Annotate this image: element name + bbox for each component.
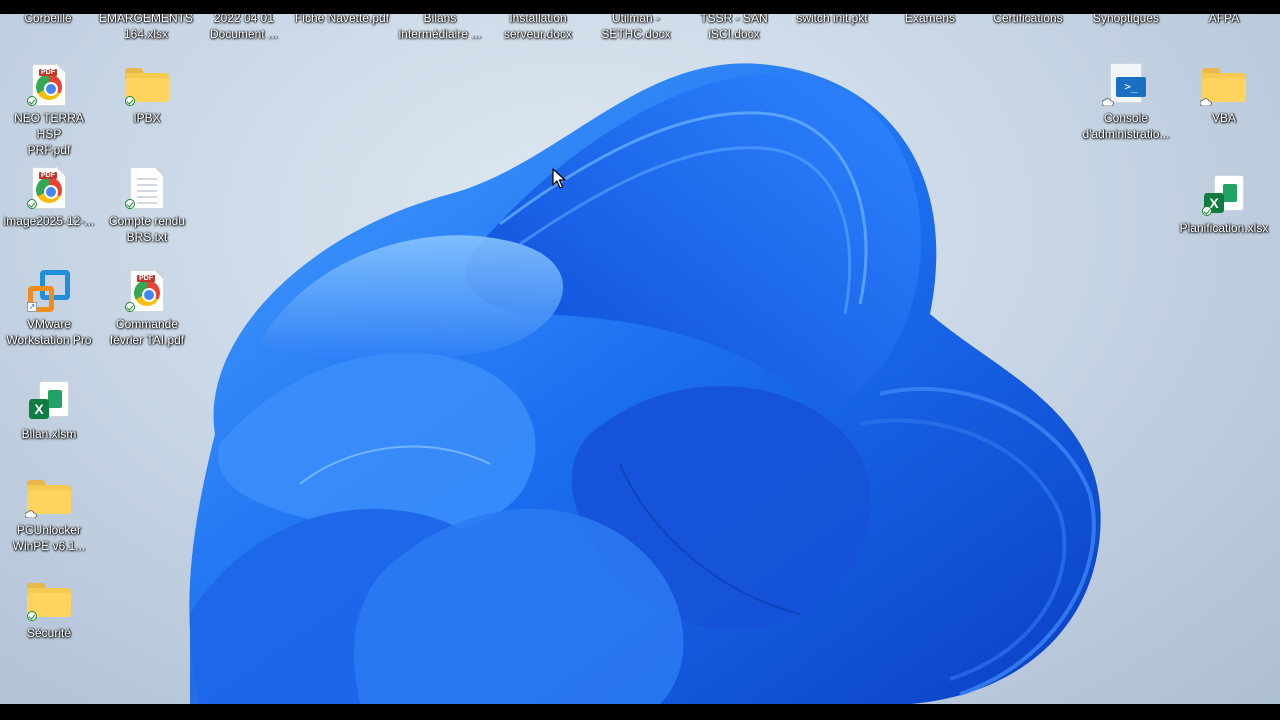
desktop-icon-image2025[interactable]: PDF image2025-12-... [1, 165, 97, 229]
pdf-icon: PDF [25, 62, 73, 108]
shortcut-arrow-icon: ↗ [27, 302, 37, 312]
desktop-icon-planification[interactable]: X Planification.xlsx [1176, 172, 1272, 236]
desktop-icon-pcunlocker[interactable]: PCUnlocker WinPE v6.1... [1, 474, 97, 554]
icon-label: VMware Workstation Pro [6, 317, 92, 347]
desktop-icon-neo-terra[interactable]: PDF NEO TERRA HSP PRF.pdf [1, 62, 97, 158]
desktop-icon-vba[interactable]: VBA [1176, 62, 1272, 126]
powershell-icon: >_ [1102, 62, 1150, 108]
icon-label: NEO TERRA HSP PRF.pdf [14, 111, 84, 157]
desktop-icon-afpa[interactable]: AFPA [1176, 14, 1272, 26]
desktop-icon-certifications[interactable]: Certifications [980, 14, 1076, 26]
icon-label: image2025-12-... [3, 214, 95, 228]
icon-label: Commande février TAI.pdf [109, 317, 185, 347]
synced-check-icon [27, 611, 37, 621]
excel-icon: X [25, 378, 73, 424]
icon-label: Corbeille [24, 14, 72, 25]
desktop-icon-compte-rendu[interactable]: Compte rendu BRS.txt [99, 165, 195, 245]
icon-label: switch init.pkt [796, 14, 868, 25]
desktop-icon-tssr-san[interactable]: TSSR - SAN iSCI.docx [686, 14, 782, 42]
folder-icon [1200, 62, 1248, 108]
icon-label: EMARGEMENTS 164.xlsx [98, 14, 193, 41]
icon-label: Sécurité [26, 626, 72, 640]
desktop-icon-synoptiques[interactable]: Synoptiques [1078, 14, 1174, 26]
cloud-icon [1102, 98, 1114, 106]
desktop-icon-vmware[interactable]: ↗ VMware Workstation Pro [1, 268, 97, 348]
icon-label: Synoptiques [1092, 14, 1160, 25]
cloud-icon [25, 510, 37, 518]
excel-icon: X [1200, 172, 1248, 218]
icon-label: IPBX [133, 111, 161, 125]
desktop-icon-commande-fevrier[interactable]: PDF Commande février TAI.pdf [99, 268, 195, 348]
desktop-icon-fiche-navette[interactable]: Fiche Navette.pdf [294, 14, 390, 26]
desktop[interactable]: Corbeille EMARGEMENTS 164.xlsx 2022 04 0… [0, 14, 1280, 704]
vmware-icon: ↗ [25, 268, 73, 314]
pdf-icon: PDF [123, 268, 171, 314]
icon-label: Bilan.xlsm [21, 427, 77, 441]
synced-check-icon [27, 199, 37, 209]
icon-label: Compte rendu BRS.txt [108, 214, 186, 244]
folder-icon [25, 577, 73, 623]
icon-label: Examens [904, 14, 956, 25]
desktop-icon-emargements[interactable]: EMARGEMENTS 164.xlsx [98, 14, 194, 42]
icon-label: Fiche Navette.pdf [294, 14, 390, 25]
folder-icon [123, 62, 171, 108]
desktop-icon-ipbx[interactable]: IPBX [99, 62, 195, 126]
desktop-icon-utilman[interactable]: Utilman - SETHC.docx [588, 14, 684, 42]
desktop-icon-2022-document[interactable]: 2022 04 01 Document ... [196, 14, 292, 42]
synced-check-icon [1202, 206, 1212, 216]
text-file-icon [123, 165, 171, 211]
desktop-icon-bilans[interactable]: Bilans intermédiaire ... [392, 14, 488, 42]
icon-label: Certifications [993, 14, 1063, 25]
folder-icon [25, 474, 73, 520]
icon-label: Utilman - SETHC.docx [601, 14, 671, 41]
desktop-icon-bilan-xlsm[interactable]: X Bilan.xlsm [1, 378, 97, 442]
icon-label: Installation serveur.docx [503, 14, 573, 41]
icon-label: AFPA [1208, 14, 1240, 25]
synced-check-icon [125, 96, 135, 106]
icon-label: PCUnlocker WinPE v6.1... [12, 523, 86, 553]
cloud-icon [1200, 98, 1212, 106]
icon-label: Planification.xlsx [1179, 221, 1269, 235]
synced-check-icon [125, 199, 135, 209]
desktop-icon-console-admin[interactable]: >_ Console d'administratio... [1078, 62, 1174, 142]
synced-check-icon [125, 302, 135, 312]
desktop-icon-examens[interactable]: Examens [882, 14, 978, 26]
desktop-icon-installation-serveur[interactable]: Installation serveur.docx [490, 14, 586, 42]
desktop-icon-recycle-bin[interactable]: Corbeille [0, 14, 96, 26]
pdf-icon: PDF [25, 165, 73, 211]
icon-label: 2022 04 01 Document ... [209, 14, 279, 41]
mouse-cursor-icon [552, 168, 566, 189]
desktop-icon-securite[interactable]: Sécurité [1, 577, 97, 641]
icon-label: VBA [1211, 111, 1236, 125]
desktop-icon-switch-init[interactable]: switch init.pkt [784, 14, 880, 26]
synced-check-icon [27, 96, 37, 106]
icon-label: Bilans intermédiaire ... [398, 14, 482, 41]
icon-label: Console d'administratio... [1082, 111, 1170, 141]
icon-label: TSSR - SAN iSCI.docx [700, 14, 768, 41]
